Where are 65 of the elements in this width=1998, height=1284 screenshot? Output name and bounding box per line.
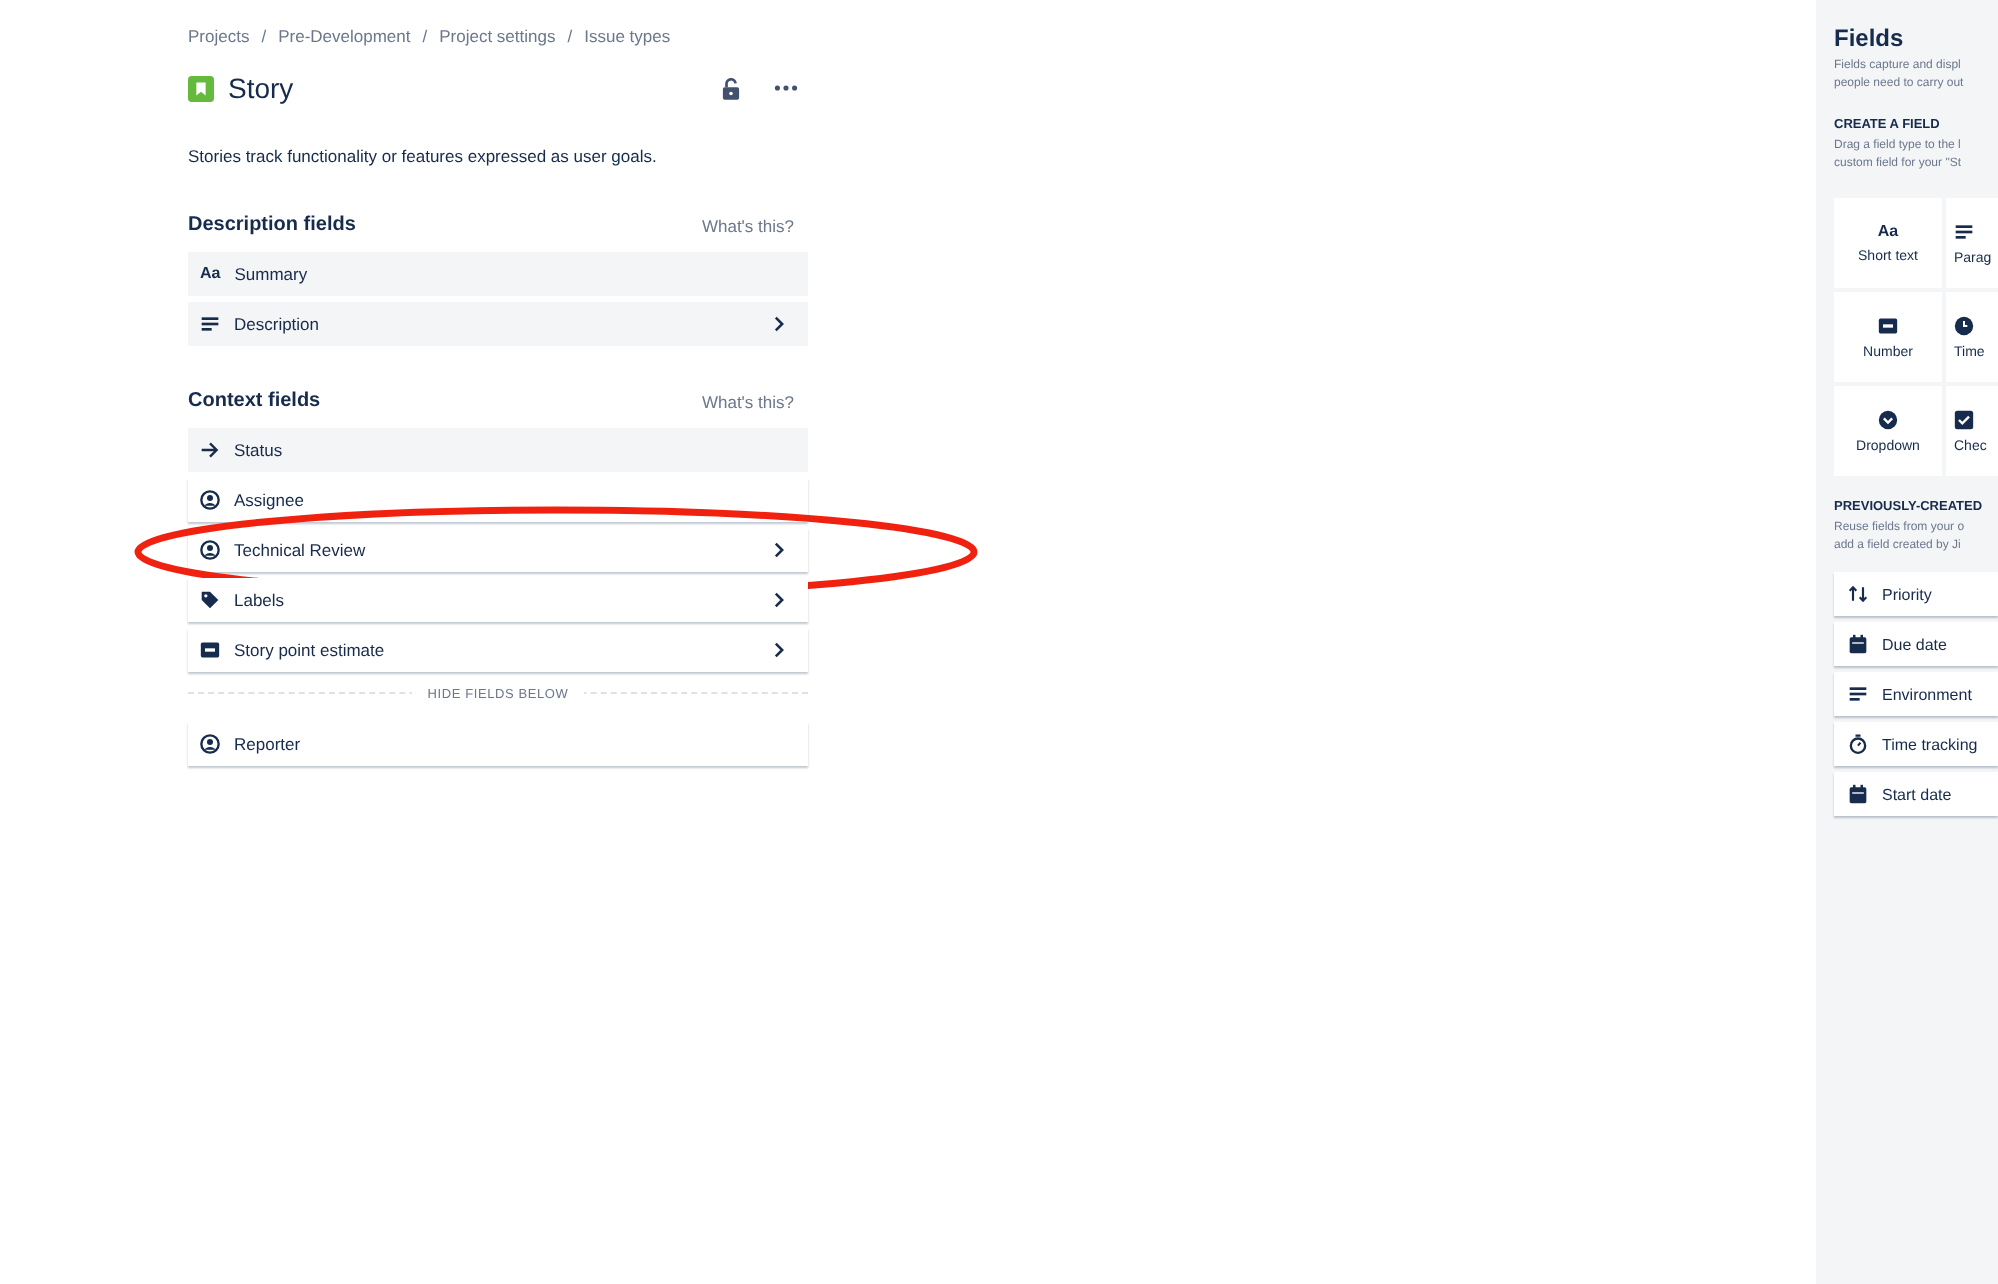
field-label: Environment [1882, 685, 1972, 703]
checkbox-icon [1954, 409, 1974, 429]
field-label: Due date [1882, 635, 1947, 653]
issue-type-description: Stories track functionality or features expressed as user goals. [188, 146, 659, 166]
padlock-icon[interactable] [722, 77, 740, 99]
breadcrumb-link[interactable]: Issue types [584, 26, 671, 46]
field-label: Status [234, 440, 285, 460]
existing-field-item[interactable]: Priority [1834, 572, 1998, 616]
swap-arrows-icon [1848, 584, 1868, 604]
text-lines-icon [200, 314, 220, 334]
field-row[interactable]: Description [188, 302, 808, 346]
help-link[interactable]: What's this? [701, 215, 794, 235]
breadcrumb-link[interactable]: Projects [188, 26, 250, 46]
field-label: Assignee [234, 490, 306, 510]
page-title: Story [228, 72, 296, 104]
more-options-icon[interactable] [774, 84, 798, 92]
chevron-right-icon[interactable] [774, 542, 784, 558]
field-row[interactable]: Status [188, 428, 808, 472]
number-icon [1878, 315, 1898, 335]
field-label: Reporter [234, 734, 303, 754]
breadcrumb-link[interactable]: Project settings [439, 26, 556, 46]
breadcrumb-separator: / [567, 26, 573, 46]
arrow-right-icon [200, 440, 220, 460]
clock-icon [1954, 315, 1974, 335]
field-row[interactable]: Technical Review [188, 528, 808, 572]
breadcrumb-separator: / [261, 26, 267, 46]
existing-field-item[interactable]: Environment [1834, 672, 1998, 716]
field-row[interactable]: Labels [188, 578, 808, 622]
bookmark-icon [188, 75, 214, 101]
field-label: Time tracking [1882, 735, 1978, 753]
field-label: Story point estimate [234, 640, 387, 660]
section-heading: Description fields [188, 214, 356, 236]
chevron-circle-icon [1878, 409, 1898, 429]
user-avatar-icon [200, 490, 220, 510]
field-label: Technical Review [234, 540, 368, 560]
text-lines-icon [1954, 221, 1974, 241]
chevron-right-icon[interactable] [774, 316, 784, 332]
user-avatar-icon [200, 540, 220, 560]
stopwatch-icon [1848, 734, 1868, 754]
field-label: Priority [1882, 585, 1932, 603]
number-icon [200, 640, 220, 660]
calendar-icon [1848, 634, 1868, 654]
text-lines-icon [1848, 684, 1868, 704]
text-format-icon: Aa [200, 266, 221, 282]
tag-icon [200, 590, 220, 610]
calendar-icon [1848, 784, 1868, 804]
field-label: Summary [234, 264, 310, 284]
breadcrumb-link[interactable]: Pre-Development [278, 26, 411, 46]
breadcrumb-separator: / [422, 26, 428, 46]
section-heading: Context fields [188, 390, 321, 412]
existing-field-item[interactable]: Start date [1834, 772, 1998, 816]
field-label: Labels [234, 590, 287, 610]
existing-field-item[interactable]: Due date [1834, 622, 1998, 666]
chevron-right-icon[interactable] [774, 592, 784, 608]
field-row[interactable]: Aa Summary [188, 252, 808, 296]
user-avatar-icon [200, 734, 220, 754]
field-label: Description [234, 314, 322, 334]
field-row[interactable]: Reporter [188, 722, 808, 766]
field-label: Start date [1882, 785, 1952, 803]
text-format-icon: Aa [1877, 223, 1899, 239]
field-row[interactable]: Story point estimate [188, 628, 808, 672]
existing-field-item[interactable]: Time tracking [1834, 722, 1998, 766]
panel-title: Fields [1834, 24, 1906, 52]
help-link[interactable]: What's this? [701, 391, 794, 411]
chevron-right-icon[interactable] [774, 642, 784, 658]
